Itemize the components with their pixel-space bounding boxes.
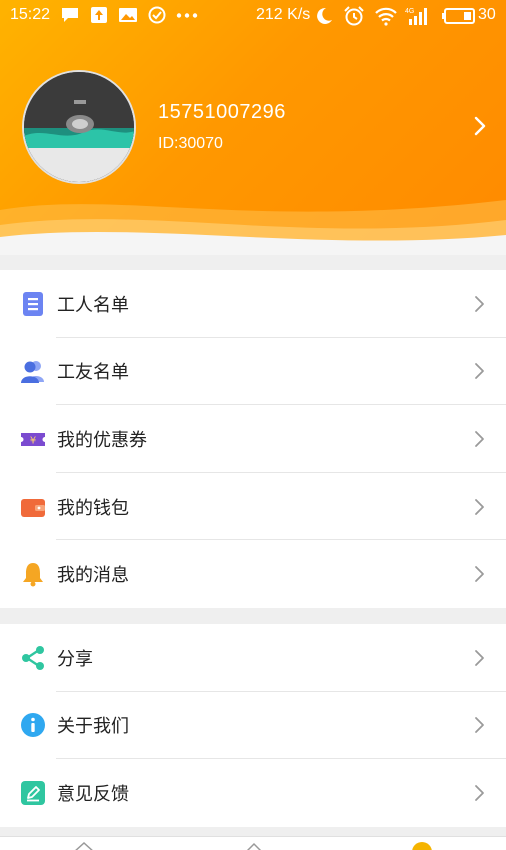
avatar[interactable] bbox=[22, 70, 136, 184]
svg-text:¥: ¥ bbox=[30, 435, 36, 446]
tab-bar-icons-partial bbox=[75, 841, 432, 850]
menu-item-about-us[interactable]: 关于我们 bbox=[0, 692, 506, 760]
status-time: 15:22 bbox=[10, 6, 51, 23]
users-icon bbox=[21, 361, 44, 384]
wallet-icon bbox=[21, 498, 45, 517]
menu-group-more: 分享 关于我们 意见反馈 bbox=[0, 624, 506, 827]
menu-item-label: 工友名单 bbox=[57, 362, 129, 384]
svg-text:4G: 4G bbox=[405, 8, 414, 15]
network-speed: 212 K/s bbox=[256, 6, 311, 23]
share-icon bbox=[22, 645, 44, 670]
upload-icon bbox=[91, 7, 107, 23]
status-bar: 15:22 212 K/s 4G 30 bbox=[0, 0, 506, 32]
info-icon bbox=[21, 713, 45, 738]
check-circle-icon bbox=[148, 6, 166, 24]
moon-icon bbox=[317, 7, 332, 24]
header-waves bbox=[0, 200, 506, 255]
chevron-right-icon bbox=[475, 649, 484, 666]
profile-header: 15:22 212 K/s 4G 30 15751007296 ID:30070 bbox=[0, 0, 506, 255]
chevron-right-icon bbox=[475, 566, 484, 583]
message-icon bbox=[62, 8, 78, 22]
menu-item-share[interactable]: 分享 bbox=[0, 624, 506, 692]
menu-item-label: 关于我们 bbox=[57, 716, 129, 738]
wifi-icon bbox=[375, 7, 397, 26]
chevron-right-icon bbox=[475, 431, 484, 447]
user-phone: 15751007296 bbox=[158, 101, 286, 123]
menu-group-main: 工人名单 工友名单 ¥ 我的优惠券 我的钱包 我的消息 bbox=[0, 270, 506, 608]
battery-icon bbox=[442, 8, 475, 24]
chevron-right-icon[interactable] bbox=[470, 115, 490, 137]
coupon-icon: ¥ bbox=[21, 432, 45, 446]
chevron-right-icon bbox=[475, 295, 484, 312]
chevron-right-icon bbox=[475, 498, 484, 515]
user-id: ID:30070 bbox=[158, 135, 223, 152]
document-list-icon bbox=[23, 291, 43, 316]
menu-item-my-messages[interactable]: 我的消息 bbox=[0, 540, 506, 608]
avatar-image bbox=[24, 72, 134, 182]
more-dots-icon bbox=[176, 13, 198, 18]
signal-4g-icon: 4G bbox=[405, 8, 427, 25]
menu-item-feedback[interactable]: 意见反馈 bbox=[0, 759, 506, 827]
menu-item-coworker-list[interactable]: 工友名单 bbox=[0, 338, 506, 406]
menu-item-my-coupons[interactable]: ¥ 我的优惠券 bbox=[0, 405, 506, 473]
menu-item-worker-list[interactable]: 工人名单 bbox=[0, 270, 506, 338]
menu-item-label: 我的优惠券 bbox=[57, 429, 147, 451]
chevron-right-icon bbox=[475, 717, 484, 734]
menu-item-label: 我的消息 bbox=[57, 565, 129, 587]
menu-item-label: 意见反馈 bbox=[57, 783, 129, 805]
battery-level: 30 bbox=[478, 6, 496, 23]
menu-item-label: 我的钱包 bbox=[57, 497, 129, 519]
gallery-icon bbox=[119, 8, 137, 22]
chevron-right-icon bbox=[475, 785, 484, 801]
feedback-icon bbox=[21, 780, 45, 805]
chevron-right-icon bbox=[475, 363, 484, 380]
bell-icon bbox=[23, 563, 43, 587]
menu-item-label: 工人名单 bbox=[57, 294, 129, 316]
menu-item-label: 分享 bbox=[57, 648, 93, 670]
alarm-icon bbox=[344, 6, 364, 26]
bottom-tab-bar bbox=[0, 836, 506, 850]
menu-item-my-wallet[interactable]: 我的钱包 bbox=[0, 473, 506, 541]
